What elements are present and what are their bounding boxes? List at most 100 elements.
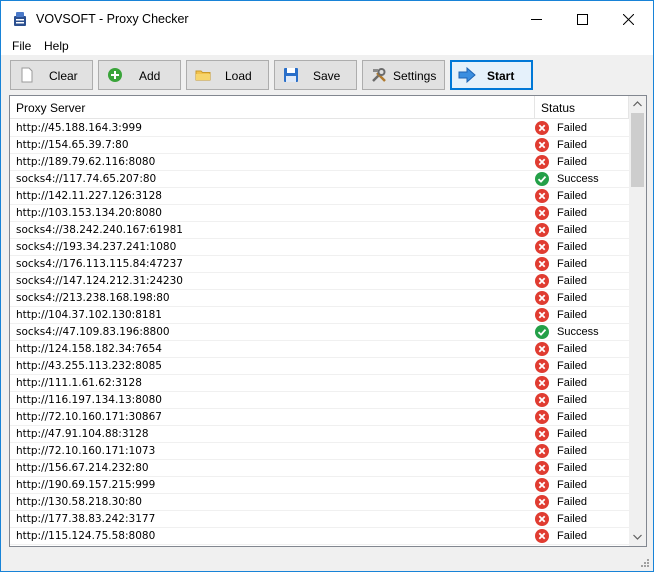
scroll-up-button[interactable]	[629, 96, 646, 113]
column-header-status[interactable]: Status	[535, 96, 629, 119]
resize-grip-icon[interactable]	[640, 558, 650, 568]
table-row[interactable]: socks4://47.109.83.196:8800 Success	[10, 324, 629, 341]
table-row[interactable]: http://115.124.75.58:8080 Failed	[10, 528, 629, 545]
failed-x-icon	[535, 240, 549, 254]
table-row[interactable]: http://116.197.134.13:8080 Failed	[10, 392, 629, 409]
failed-x-icon	[535, 393, 549, 407]
status-cell: Failed	[557, 479, 587, 491]
maximize-button[interactable]	[560, 1, 606, 37]
failed-x-icon	[535, 291, 549, 305]
table-row[interactable]: http://43.255.113.232:8085 Failed	[10, 358, 629, 375]
status-cell: Failed	[557, 241, 587, 253]
failed-x-icon	[535, 308, 549, 322]
table-row[interactable]: http://156.67.214.232:80 Failed	[10, 460, 629, 477]
scroll-down-button[interactable]	[629, 529, 646, 546]
failed-x-icon	[535, 359, 549, 373]
proxy-server-cell: http://104.37.102.130:8181	[16, 309, 162, 321]
toolbar: Clear Add Load Save Settings Start	[1, 55, 653, 95]
save-button[interactable]: Save	[274, 60, 357, 90]
minimize-icon	[531, 19, 542, 20]
table-row[interactable]: http://124.158.182.34:7654 Failed	[10, 341, 629, 358]
proxy-server-cell: http://47.91.104.88:3128	[16, 428, 149, 440]
failed-x-icon	[535, 342, 549, 356]
menu-help[interactable]: Help	[44, 39, 69, 53]
proxy-server-cell: http://115.124.75.58:8080	[16, 530, 156, 542]
proxy-server-cell: http://72.10.160.171:30867	[16, 411, 162, 423]
settings-button[interactable]: Settings	[362, 60, 445, 90]
start-button-label: Start	[487, 69, 515, 83]
failed-x-icon	[535, 529, 549, 543]
add-button[interactable]: Add	[98, 60, 181, 90]
add-button-label: Add	[139, 69, 161, 83]
status-cell: Failed	[557, 190, 587, 202]
clear-button[interactable]: Clear	[10, 60, 93, 90]
menu-bar: File Help	[1, 37, 653, 55]
table-row[interactable]: http://189.79.62.116:8080 Failed	[10, 154, 629, 171]
chevron-up-icon	[633, 101, 642, 107]
column-header-status-label: Status	[541, 101, 576, 115]
table-row[interactable]: http://130.58.218.30:80 Failed	[10, 494, 629, 511]
proxy-server-cell: http://116.197.134.13:8080	[16, 394, 162, 406]
tools-icon	[371, 67, 387, 83]
table-row[interactable]: socks4://117.74.65.207:80 Success	[10, 171, 629, 188]
plus-icon	[107, 67, 123, 83]
table-row[interactable]: socks4://147.124.212.31:24230 Failed	[10, 273, 629, 290]
scroll-thumb[interactable]	[631, 113, 644, 187]
failed-x-icon	[535, 444, 549, 458]
close-button[interactable]	[606, 1, 652, 37]
proxy-server-cell: http://72.10.160.171:1073	[16, 445, 156, 457]
minimize-button[interactable]	[514, 1, 560, 37]
failed-x-icon	[535, 257, 549, 271]
close-icon	[623, 14, 634, 25]
failed-x-icon	[535, 495, 549, 509]
table-row[interactable]: http://72.10.160.171:1073 Failed	[10, 443, 629, 460]
column-header-proxy-server[interactable]: Proxy Server	[10, 96, 535, 119]
failed-x-icon	[535, 121, 549, 135]
table-row[interactable]: http://154.65.39.7:80 Failed	[10, 137, 629, 154]
proxy-server-cell: socks4://213.238.168.198:80	[16, 292, 170, 304]
success-check-icon	[535, 172, 549, 186]
maximize-icon	[577, 14, 588, 25]
table-row[interactable]: socks4://213.238.168.198:80 Failed	[10, 290, 629, 307]
failed-x-icon	[535, 478, 549, 492]
window-title: VOVSOFT - Proxy Checker	[36, 12, 189, 26]
failed-x-icon	[535, 512, 549, 526]
proxy-server-cell: socks4://117.74.65.207:80	[16, 173, 157, 185]
proxy-server-cell: socks4://193.34.237.241:1080	[16, 241, 177, 253]
table-row[interactable]: http://111.1.61.62:3128 Failed	[10, 375, 629, 392]
proxy-server-cell: http://130.58.218.30:80	[16, 496, 142, 508]
proxy-list[interactable]: Proxy Server Status http://45.188.164.3:…	[9, 95, 647, 547]
table-row[interactable]: http://72.10.160.171:30867 Failed	[10, 409, 629, 426]
proxy-server-cell: socks4://47.109.83.196:8800	[16, 326, 170, 338]
status-bar	[1, 549, 653, 571]
clear-button-label: Clear	[49, 69, 78, 83]
list-header: Proxy Server Status	[10, 96, 629, 119]
table-row[interactable]: http://45.188.164.3:999 Failed	[10, 120, 629, 137]
table-row[interactable]: http://47.91.104.88:3128 Failed	[10, 426, 629, 443]
table-row[interactable]: http://142.11.227.126:3128 Failed	[10, 188, 629, 205]
status-cell: Failed	[557, 530, 587, 542]
load-button[interactable]: Load	[186, 60, 269, 90]
status-cell: Failed	[557, 394, 587, 406]
table-row[interactable]: http://177.38.83.242:3177 Failed	[10, 511, 629, 528]
table-row[interactable]: http://104.37.102.130:8181 Failed	[10, 307, 629, 324]
app-logo-icon	[12, 11, 28, 27]
title-bar[interactable]: VOVSOFT - Proxy Checker	[1, 1, 653, 37]
table-row[interactable]: socks4://176.113.115.84:47237 Failed	[10, 256, 629, 273]
menu-file[interactable]: File	[12, 39, 31, 53]
table-row[interactable]: http://190.69.157.215:999 Failed	[10, 477, 629, 494]
table-row[interactable]: http://103.153.134.20:8080 Failed	[10, 205, 629, 222]
proxy-server-cell: socks4://38.242.240.167:61981	[16, 224, 183, 236]
proxy-server-cell: http://103.153.134.20:8080	[16, 207, 162, 219]
start-button[interactable]: Start	[450, 60, 533, 90]
status-cell: Failed	[557, 224, 587, 236]
status-cell: Failed	[557, 428, 587, 440]
status-cell: Success	[557, 173, 599, 185]
failed-x-icon	[535, 223, 549, 237]
status-cell: Failed	[557, 445, 587, 457]
table-row[interactable]: socks4://193.34.237.241:1080 Failed	[10, 239, 629, 256]
table-row[interactable]: socks4://38.242.240.167:61981 Failed	[10, 222, 629, 239]
status-cell: Failed	[557, 207, 587, 219]
settings-button-label: Settings	[393, 69, 437, 83]
vertical-scrollbar[interactable]	[629, 96, 646, 546]
